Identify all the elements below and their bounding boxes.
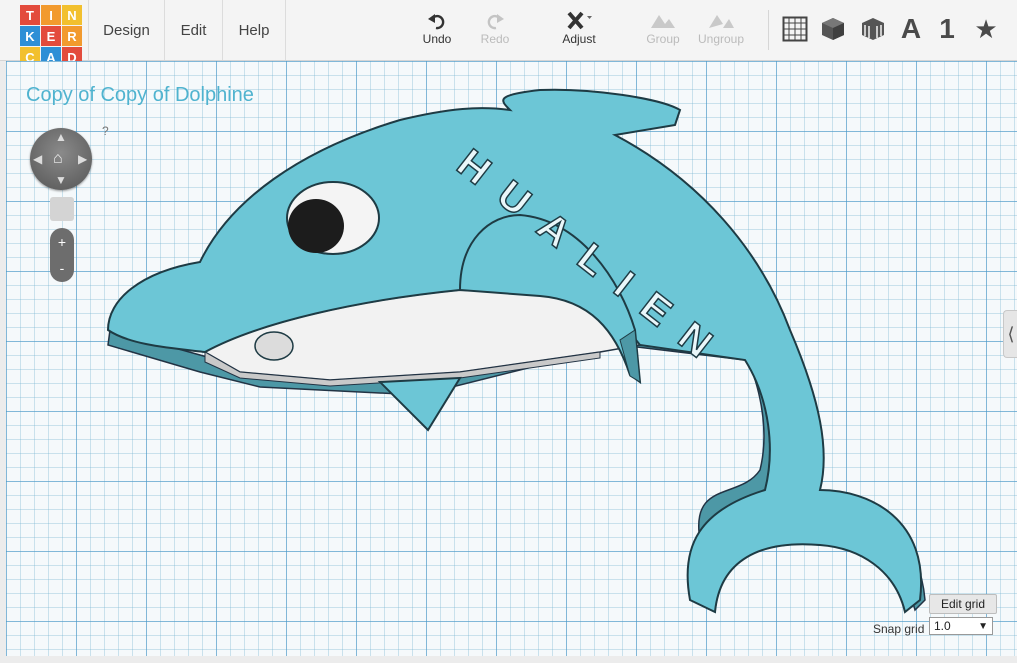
undo-label: Undo: [422, 32, 452, 46]
text-icon-label: A: [900, 13, 922, 44]
menu-help[interactable]: Help: [222, 0, 286, 60]
adjust-icon: [567, 11, 592, 30]
design-title[interactable]: Copy of Copy of Dolphine: [26, 84, 254, 107]
group-button[interactable]: Group: [633, 10, 693, 54]
redo-icon: [487, 14, 504, 30]
zoom-in-button[interactable]: +: [50, 230, 74, 254]
logo-letter: I: [41, 5, 61, 25]
ungroup-button[interactable]: Ungroup: [691, 10, 751, 54]
chevron-down-icon: ▼: [978, 620, 988, 632]
logo-letter: T: [20, 5, 40, 25]
snap-grid-label: Snap grid: [873, 622, 925, 636]
home-icon[interactable]: ⌂: [53, 150, 63, 168]
number-icon[interactable]: 1: [932, 13, 962, 44]
zoom-control: + -: [50, 228, 74, 282]
top-toolbar: T I N K E R C A D Design Edit Help Undo …: [0, 0, 1017, 67]
grid-icon[interactable]: [780, 14, 810, 44]
box-icon[interactable]: [818, 14, 848, 44]
menu-design-label: Design: [103, 21, 150, 39]
ungroup-icon: [709, 15, 734, 28]
snap-grid-select[interactable]: 1.0 ▼: [929, 617, 993, 635]
menu-edit-label: Edit: [180, 21, 207, 39]
pan-down-icon[interactable]: ▼: [55, 173, 67, 187]
side-panel-toggle[interactable]: ⟨: [1003, 310, 1017, 358]
redo-button[interactable]: Redo: [465, 10, 525, 54]
edit-grid-button[interactable]: Edit grid: [929, 594, 997, 614]
help-icon[interactable]: ?: [102, 124, 109, 138]
ungroup-label: Ungroup: [697, 32, 745, 46]
view-orbit-control[interactable]: ▲ ▼ ◀ ▶ ⌂: [30, 128, 92, 190]
logo-letter: N: [62, 5, 82, 25]
adjust-button[interactable]: Adjust: [549, 10, 609, 54]
chevron-left-icon: ⟨: [1007, 323, 1015, 344]
redo-label: Redo: [480, 32, 510, 46]
striped-box-icon[interactable]: [858, 14, 888, 44]
pan-right-icon[interactable]: ▶: [78, 152, 87, 166]
text-icon[interactable]: A: [896, 13, 926, 44]
zoom-out-button[interactable]: -: [50, 256, 74, 280]
undo-button[interactable]: Undo: [407, 10, 467, 54]
undo-icon: [428, 14, 445, 30]
logo-letter: R: [62, 26, 82, 46]
menu-help-label: Help: [238, 21, 270, 39]
logo-letter: E: [41, 26, 61, 46]
menu-edit[interactable]: Edit: [164, 0, 222, 60]
pan-left-icon[interactable]: ◀: [33, 152, 42, 166]
group-label: Group: [646, 32, 680, 46]
tinkercad-logo[interactable]: T I N K E R C A D: [20, 5, 83, 68]
star-icon[interactable]: ★: [971, 14, 1001, 44]
logo-letter: K: [20, 26, 40, 46]
snap-grid-value: 1.0: [934, 619, 951, 633]
adjust-label: Adjust: [562, 32, 596, 46]
number-icon-label: 1: [939, 13, 955, 44]
menu-design[interactable]: Design: [88, 0, 164, 60]
fit-view-button[interactable]: [50, 197, 74, 221]
toolbar-divider: [768, 10, 769, 50]
group-icon: [651, 15, 675, 28]
dolphin-model[interactable]: [6, 61, 1017, 656]
pan-up-icon[interactable]: ▲: [55, 130, 67, 144]
workplane-grid[interactable]: HUALIEN: [6, 61, 1017, 656]
